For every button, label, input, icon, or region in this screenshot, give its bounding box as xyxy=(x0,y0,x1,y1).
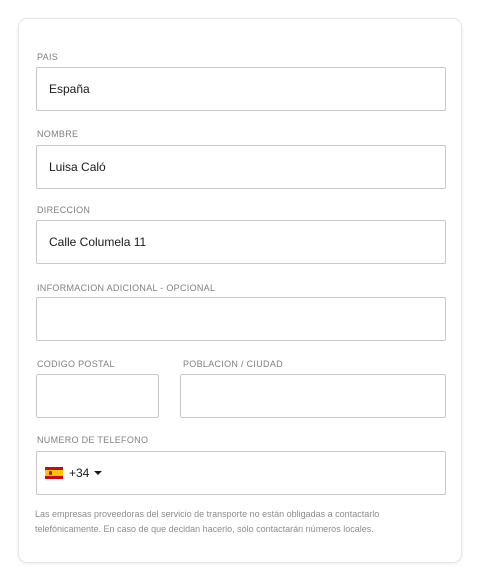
chevron-down-icon xyxy=(94,471,103,475)
phone-contact-note: Las empresas proveedoras del servicio de… xyxy=(35,509,380,534)
address-label: DIRECCION xyxy=(37,205,91,215)
city-field[interactable] xyxy=(180,374,446,418)
address-value: Calle Columela 11 xyxy=(49,235,147,249)
city-label: POBLACION / CIUDAD xyxy=(183,359,283,369)
postal-code-label: CODIGO POSTAL xyxy=(37,359,115,369)
additional-info-label: INFORMACION ADICIONAL - OPCIONAL xyxy=(37,283,216,293)
country-value: España xyxy=(49,82,90,96)
address-field[interactable]: Calle Columela 11 xyxy=(36,220,446,264)
country-label: PAIS xyxy=(37,52,59,62)
name-label: NOMBRE xyxy=(37,129,79,139)
phone-prefix-code: +34 xyxy=(69,466,90,480)
name-value: Luisa Caló xyxy=(49,160,106,174)
country-field[interactable]: España xyxy=(36,67,446,111)
phone-country-selector[interactable]: +34 xyxy=(45,466,103,480)
spain-flag-icon xyxy=(45,467,63,479)
name-field[interactable]: Luisa Caló xyxy=(36,145,446,189)
additional-info-field[interactable] xyxy=(36,297,446,341)
phone-label: NUMERO DE TELEFONO xyxy=(37,435,149,445)
postal-code-field[interactable] xyxy=(36,374,159,418)
phone-field[interactable]: +34 xyxy=(36,451,446,495)
